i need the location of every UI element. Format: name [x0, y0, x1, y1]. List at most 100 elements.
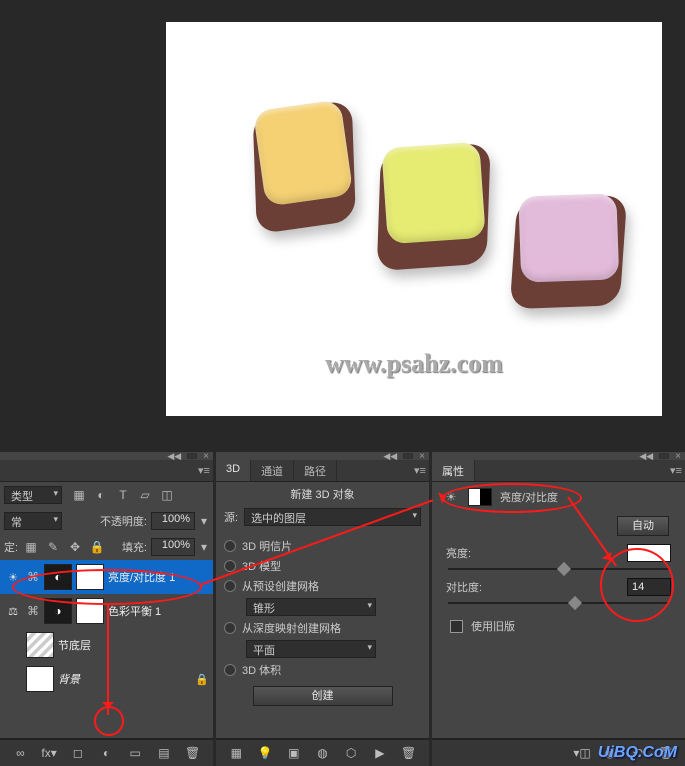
source-select[interactable]: 选中的图层 [244, 508, 421, 526]
legacy-label: 使用旧版 [471, 618, 515, 634]
panel-dock-icon[interactable] [659, 453, 669, 459]
lock-transparent-icon[interactable]: ▦ [22, 538, 40, 556]
layer-background[interactable]: 背景 🔒 [0, 662, 213, 696]
fx-icon[interactable]: fx▾ [40, 744, 58, 762]
layers-panel: ◀◀ × ▾≡ 类型 ▦ ◐ T ▱ ◫ 常 不透明度: 100% ▾ 定: ▦ [0, 452, 213, 766]
trash-icon[interactable]: 🗑 [184, 744, 202, 762]
document-canvas: www.psahz.com [166, 22, 662, 416]
layer-color-balance[interactable]: ⚖ ⌘ ◑ 色彩平衡 1 [0, 594, 213, 628]
adjustment-thumb[interactable]: ◐ [44, 564, 72, 590]
lock-all-icon[interactable]: 🔒 [88, 538, 106, 556]
props-title: 亮度/对比度 [500, 489, 558, 505]
fill-input[interactable]: 100% [151, 538, 195, 556]
chevron-down-icon[interactable]: ▾ [199, 512, 209, 530]
radio-preset[interactable] [224, 580, 236, 592]
layer-name: 色彩平衡 1 [108, 603, 209, 619]
link-icon[interactable]: ⌘ [26, 568, 40, 586]
brightness-slider[interactable] [448, 568, 669, 570]
layer-name: 节底层 [58, 637, 209, 653]
mask-icon[interactable]: ◻ [69, 744, 87, 762]
scene-icon[interactable]: ▦ [227, 744, 245, 762]
camera-icon[interactable]: ▣ [285, 744, 303, 762]
source-label: 源: [224, 509, 238, 525]
scale-icon[interactable]: ⚖ [4, 605, 22, 618]
blend-mode-select[interactable]: 常 [4, 512, 62, 530]
panel-dock-icon[interactable] [403, 453, 413, 459]
create-button[interactable]: 创建 [253, 686, 393, 706]
panel-menu-icon[interactable]: ▾≡ [195, 460, 213, 481]
filter-smart-icon[interactable]: ◫ [158, 486, 176, 504]
radio-postcard[interactable] [224, 540, 236, 552]
section-header: 新建 3D 对象 [216, 482, 429, 506]
layer-base[interactable]: 节底层 [0, 628, 213, 662]
brightness-input[interactable] [627, 544, 671, 562]
depth-select[interactable]: 平面 [246, 640, 376, 658]
artwork-3d-text [204, 59, 624, 339]
layer-thumb[interactable] [26, 666, 54, 692]
lock-paint-icon[interactable]: ✎ [44, 538, 62, 556]
lock-icon: 🔒 [195, 673, 209, 686]
radio-volume[interactable] [224, 664, 236, 676]
radio-model[interactable] [224, 560, 236, 572]
layer-name: 背景 [58, 671, 191, 687]
new-layer-icon[interactable]: ▤ [155, 744, 173, 762]
chevron-down-icon[interactable]: ▾ [199, 538, 209, 556]
filter-type-label: 类型 [11, 491, 33, 503]
lock-move-icon[interactable]: ✥ [66, 538, 84, 556]
contrast-input[interactable]: 14 [627, 578, 671, 596]
panel-menu-icon[interactable]: ▾≡ [411, 460, 429, 481]
tab-channels[interactable]: 通道 [251, 460, 294, 481]
contrast-label: 对比度: [446, 579, 482, 595]
filter-type-select[interactable]: 类型 [4, 486, 62, 504]
fill-label: 填充: [122, 539, 147, 555]
lock-label: 定: [4, 539, 18, 555]
clip-icon[interactable]: ▾◫ [573, 744, 591, 762]
filter-adjust-icon[interactable]: ◐ [92, 486, 110, 504]
radio-depth[interactable] [224, 622, 236, 634]
three-d-panel: ◀◀ × 3D 通道 路径 ▾≡ 新建 3D 对象 源: 选中的图层 3D 明信… [216, 452, 429, 766]
contrast-slider[interactable] [448, 602, 669, 604]
filter-type-icon[interactable]: T [114, 486, 132, 504]
mesh-icon[interactable]: ⬡ [342, 744, 360, 762]
brightness-contrast-icon [468, 488, 492, 506]
tab-properties[interactable]: 属性 [432, 460, 475, 481]
opacity-input[interactable]: 100% [151, 512, 195, 530]
canvas-watermark: www.psahz.com [325, 349, 503, 379]
opacity-label: 不透明度: [100, 513, 147, 529]
link-icon[interactable]: ⌘ [26, 602, 40, 620]
footer-watermark: UiBQ.CoM [598, 744, 677, 762]
3d-bottom-toolbar: ▦ 💡 ▣ ◍ ⬡ ▶ 🗑 [216, 738, 429, 766]
blend-mode-label: 常 [11, 517, 22, 529]
opt-model: 3D 模型 [242, 558, 281, 574]
group-icon[interactable]: ▭ [126, 744, 144, 762]
sun-icon[interactable]: ☀ [442, 488, 460, 506]
tab-3d[interactable]: 3D [216, 460, 251, 481]
layer-brightness-contrast[interactable]: ☀ ⌘ ◐ 亮度/对比度 1 [0, 560, 213, 594]
panel-menu-icon[interactable]: ▾≡ [667, 460, 685, 481]
trash-icon[interactable]: 🗑 [400, 744, 418, 762]
light-icon[interactable]: 💡 [256, 744, 274, 762]
layers-list: ☀ ⌘ ◐ 亮度/对比度 1 ⚖ ⌘ ◑ 色彩平衡 1 节底层 [0, 560, 213, 696]
opt-depth: 从深度映射创建网格 [242, 620, 341, 636]
opt-postcard: 3D 明信片 [242, 538, 292, 554]
mask-thumb[interactable] [76, 598, 104, 624]
filter-image-icon[interactable]: ▦ [70, 486, 88, 504]
opt-volume: 3D 体积 [242, 662, 281, 678]
mask-thumb[interactable] [76, 564, 104, 590]
panel-dock-icon[interactable] [187, 453, 197, 459]
material-icon[interactable]: ◍ [313, 744, 331, 762]
brightness-label: 亮度: [446, 545, 471, 561]
filter-shape-icon[interactable]: ▱ [136, 486, 154, 504]
layer-thumb[interactable] [26, 632, 54, 658]
properties-panel: ◀◀ × 属性 ▾≡ ☀ 亮度/对比度 自动 亮度: 对比度: 14 [432, 452, 685, 766]
preset-select[interactable]: 锥形 [246, 598, 376, 616]
sun-icon[interactable]: ☀ [4, 571, 22, 584]
tab-paths[interactable]: 路径 [294, 460, 337, 481]
render-icon[interactable]: ▶ [371, 744, 389, 762]
auto-button[interactable]: 自动 [617, 516, 669, 536]
adjustment-icon[interactable]: ◐ [97, 744, 115, 762]
adjustment-thumb[interactable]: ◑ [44, 598, 72, 624]
layer-name: 亮度/对比度 1 [108, 569, 209, 585]
link-layers-icon[interactable]: ∞ [11, 744, 29, 762]
legacy-checkbox[interactable] [450, 620, 463, 633]
